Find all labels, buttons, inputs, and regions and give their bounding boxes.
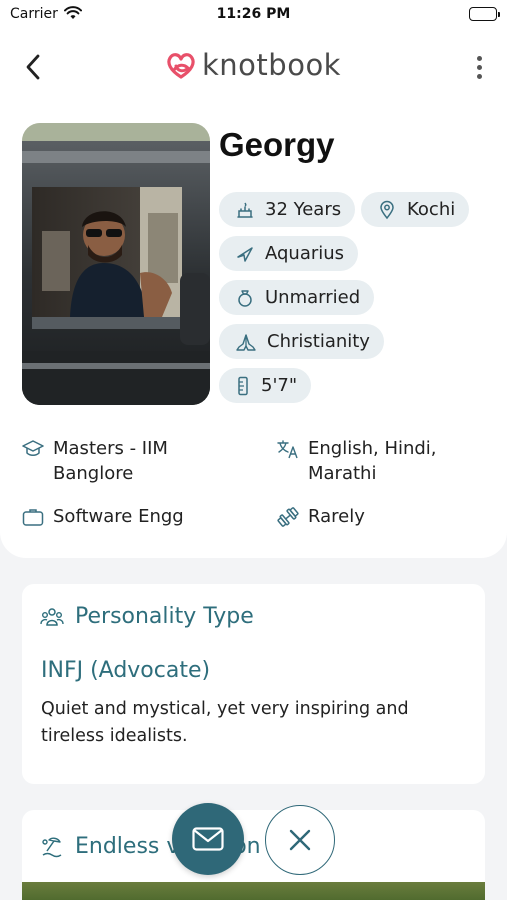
graduation-cap-icon [22, 440, 44, 456]
interest-card: Endless vacation [22, 810, 485, 900]
personality-heading: Personality Type [40, 604, 254, 629]
languages-line2: Marathi [308, 463, 377, 484]
chip-zodiac: Aquarius [219, 236, 359, 271]
beach-icon [42, 837, 62, 857]
people-icon [40, 607, 64, 626]
mail-icon [192, 827, 224, 851]
close-icon [289, 829, 311, 851]
education-line2: Banglore [53, 463, 134, 484]
profession-label: Software Engg [53, 506, 184, 527]
location-pin-icon [380, 200, 394, 219]
more-vertical-icon [476, 55, 482, 61]
praying-hands-icon [236, 333, 256, 351]
chip-height-label: 5'7" [261, 375, 298, 396]
fitness-label: Rarely [308, 506, 365, 527]
more-menu-button[interactable] [469, 52, 489, 82]
chip-zodiac-label: Aquarius [265, 243, 345, 264]
chip-location: Kochi [361, 192, 470, 227]
fact-fitness: Rarely [277, 504, 365, 529]
ring-icon [238, 289, 252, 307]
personality-description: Quiet and mystical, yet very inspiring a… [41, 699, 409, 746]
chip-height: 5'7" [219, 368, 312, 403]
education-line1: Masters - IIM [53, 438, 168, 459]
languages-line1: English, Hindi, [308, 438, 437, 459]
dismiss-button[interactable] [265, 805, 335, 875]
profile-card: Georgy 32 Years Kochi Aquarius Unmarried… [0, 108, 507, 558]
profile-name: Georgy [219, 126, 335, 163]
birthday-cake-icon [237, 202, 253, 218]
personality-type: INFJ (Advocate) [41, 658, 211, 683]
chip-age: 32 Years [219, 192, 356, 227]
chip-marital-status: Unmarried [219, 280, 375, 315]
app-logo: knotbook [0, 48, 507, 82]
chip-marital-status-label: Unmarried [265, 287, 361, 308]
briefcase-icon [22, 509, 44, 526]
status-bar: Carrier 11:26 PM [0, 0, 507, 30]
zodiac-icon [237, 246, 253, 262]
personality-title: Personality Type [75, 604, 254, 629]
chip-age-label: 32 Years [265, 199, 342, 220]
battery-icon [469, 7, 500, 21]
fact-education: Masters - IIM Banglore [22, 436, 168, 486]
app-logo-text: knotbook [202, 48, 341, 82]
dumbbell-icon [277, 507, 299, 527]
translate-icon [277, 440, 298, 459]
fact-profession: Software Engg [22, 504, 184, 529]
profile-photo[interactable] [22, 123, 210, 405]
interest-image [22, 882, 485, 900]
chip-religion-label: Christianity [267, 331, 370, 352]
personality-card: Personality Type INFJ (Advocate) Quiet a… [22, 584, 485, 784]
fact-languages: English, Hindi, Marathi [277, 436, 437, 486]
knot-logo-icon [167, 53, 195, 79]
app-header: knotbook [0, 30, 507, 108]
clock: 11:26 PM [216, 6, 291, 22]
ruler-icon [238, 376, 248, 395]
chip-location-label: Kochi [407, 199, 456, 220]
chip-religion: Christianity [219, 324, 384, 359]
message-button[interactable] [172, 803, 244, 875]
